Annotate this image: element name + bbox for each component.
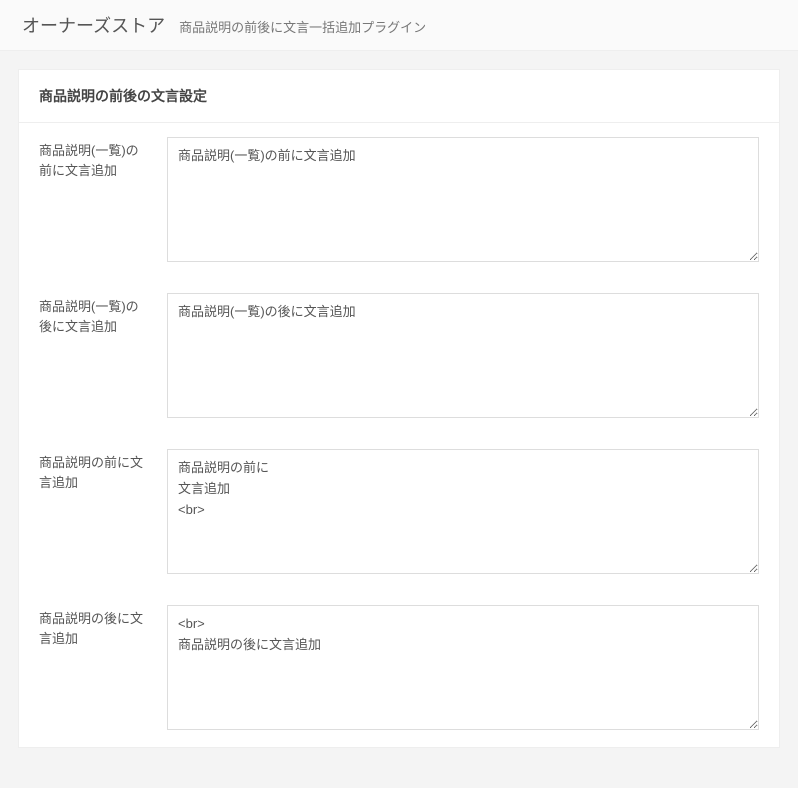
card-title: 商品説明の前後の文言設定 xyxy=(39,86,759,106)
field-label: 商品説明(一覧)の後に文言追加 xyxy=(39,293,149,336)
field-label: 商品説明(一覧)の前に文言追加 xyxy=(39,137,149,180)
field-input-wrap: 商品説明の前に 文言追加 <br> xyxy=(167,449,759,577)
page-title: オーナーズストア xyxy=(22,12,165,38)
field-input-wrap: 商品説明(一覧)の前に文言追加 xyxy=(167,137,759,265)
field-list-before: 商品説明(一覧)の前に文言追加 商品説明(一覧)の前に文言追加 xyxy=(19,123,779,279)
textarea-detail-after[interactable]: <br> 商品説明の後に文言追加 xyxy=(167,605,759,730)
field-label: 商品説明の前に文言追加 xyxy=(39,449,149,492)
field-input-wrap: 商品説明(一覧)の後に文言追加 xyxy=(167,293,759,421)
field-label: 商品説明の後に文言追加 xyxy=(39,605,149,648)
textarea-detail-before[interactable]: 商品説明の前に 文言追加 <br> xyxy=(167,449,759,574)
card-header: 商品説明の前後の文言設定 xyxy=(19,70,779,123)
textarea-list-after[interactable]: 商品説明(一覧)の後に文言追加 xyxy=(167,293,759,418)
settings-card: 商品説明の前後の文言設定 商品説明(一覧)の前に文言追加 商品説明(一覧)の前に… xyxy=(18,69,780,748)
field-list-after: 商品説明(一覧)の後に文言追加 商品説明(一覧)の後に文言追加 xyxy=(19,279,779,435)
field-detail-before: 商品説明の前に文言追加 商品説明の前に 文言追加 <br> xyxy=(19,435,779,591)
page-header: オーナーズストア 商品説明の前後に文言一括追加プラグイン xyxy=(0,0,798,51)
card-body: 商品説明(一覧)の前に文言追加 商品説明(一覧)の前に文言追加 商品説明(一覧)… xyxy=(19,123,779,747)
page-subtitle: 商品説明の前後に文言一括追加プラグイン xyxy=(179,17,426,36)
field-detail-after: 商品説明の後に文言追加 <br> 商品説明の後に文言追加 xyxy=(19,591,779,747)
field-input-wrap: <br> 商品説明の後に文言追加 xyxy=(167,605,759,733)
textarea-list-before[interactable]: 商品説明(一覧)の前に文言追加 xyxy=(167,137,759,262)
